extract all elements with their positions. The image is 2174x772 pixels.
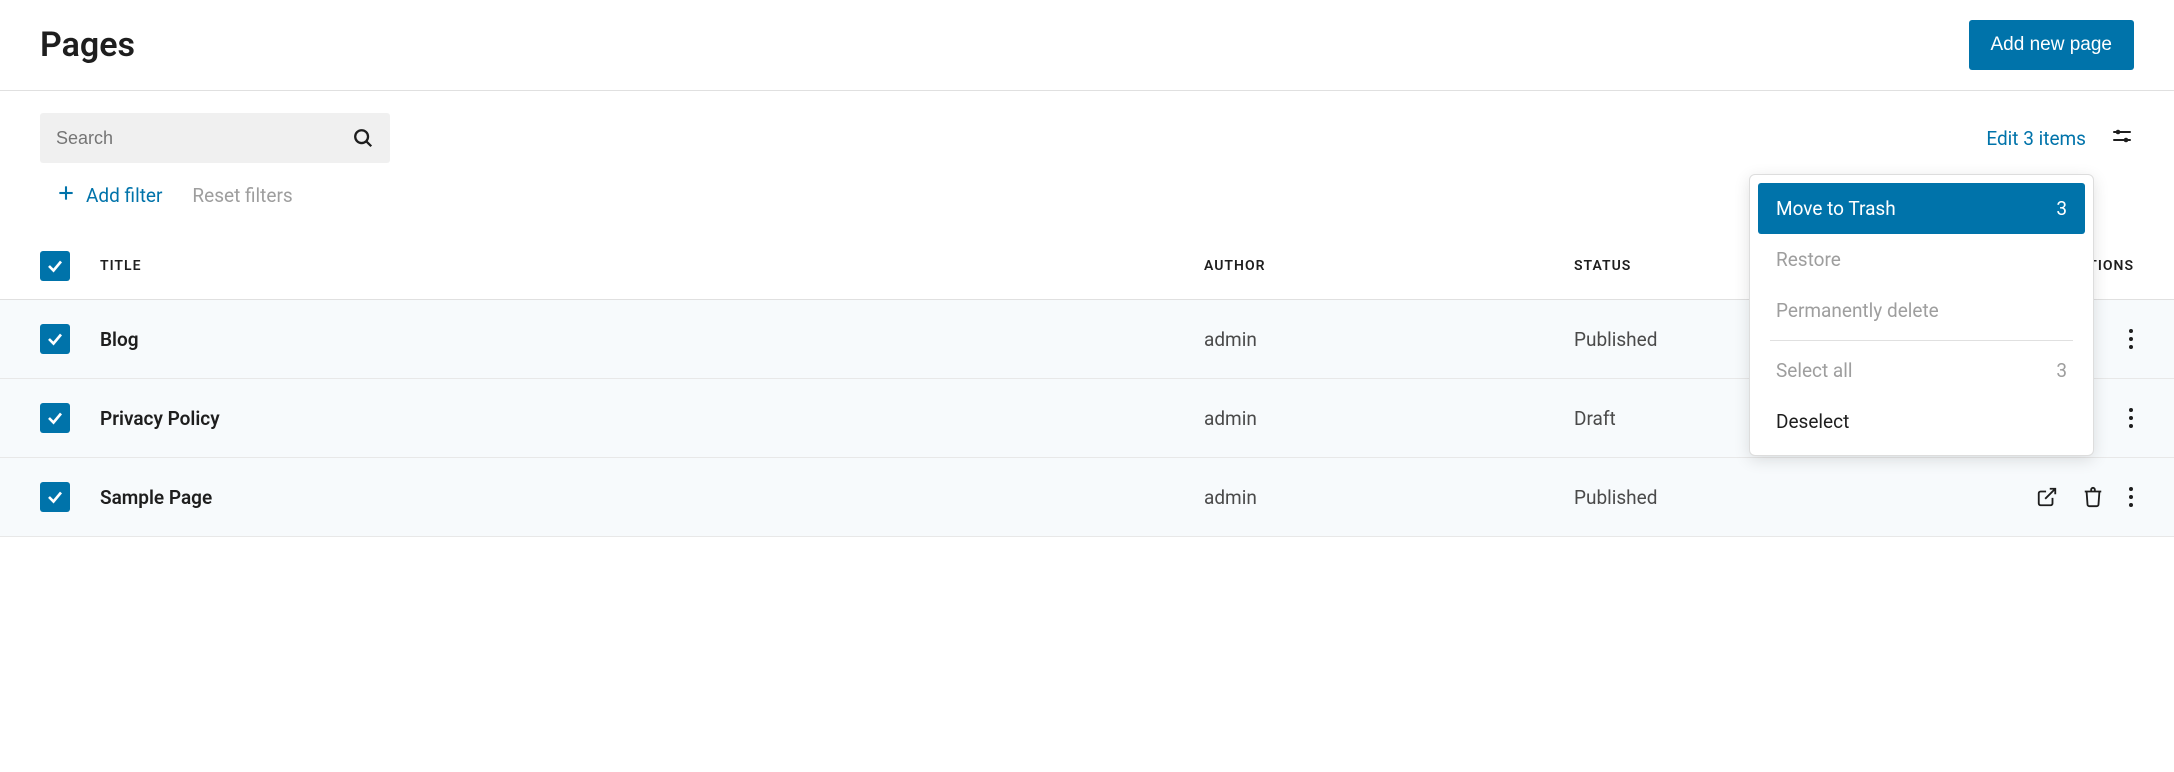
row-title[interactable]: Blog xyxy=(100,328,1204,351)
trash-icon[interactable] xyxy=(2082,486,2104,508)
row-author: admin xyxy=(1204,486,1574,509)
plus-icon xyxy=(56,183,76,208)
row-title[interactable]: Privacy Policy xyxy=(100,407,1204,430)
row-title[interactable]: Sample Page xyxy=(100,486,1204,509)
more-actions-icon[interactable] xyxy=(2128,486,2134,508)
page-title: Pages xyxy=(40,25,135,65)
more-actions-icon[interactable] xyxy=(2128,328,2134,350)
edit-items-link[interactable]: Edit 3 items xyxy=(1986,127,2086,150)
add-new-page-button[interactable]: Add new page xyxy=(1969,20,2135,70)
row-checkbox[interactable] xyxy=(40,403,70,433)
select-all-checkbox[interactable] xyxy=(40,251,70,281)
row-author: admin xyxy=(1204,328,1574,351)
column-header-author[interactable]: AUTHOR xyxy=(1204,258,1574,274)
dropdown-item-count: 3 xyxy=(2056,359,2067,382)
dropdown-deselect[interactable]: Deselect xyxy=(1758,396,2085,447)
row-status: Published xyxy=(1574,486,1974,509)
bulk-actions-dropdown: Move to Trash 3 Restore Permanently dele… xyxy=(1749,174,2094,456)
dropdown-restore[interactable]: Restore xyxy=(1758,234,2085,285)
row-checkbox[interactable] xyxy=(40,324,70,354)
dropdown-item-label: Permanently delete xyxy=(1776,299,1939,322)
dropdown-move-to-trash[interactable]: Move to Trash 3 xyxy=(1758,183,2085,234)
dropdown-item-label: Deselect xyxy=(1776,410,1849,433)
table-row[interactable]: Sample Page admin Published xyxy=(0,458,2174,537)
dropdown-permanently-delete[interactable]: Permanently delete xyxy=(1758,285,2085,336)
search-icon[interactable] xyxy=(352,127,374,149)
dropdown-select-all[interactable]: Select all 3 xyxy=(1758,345,2085,396)
dropdown-item-label: Select all xyxy=(1776,359,1853,382)
row-author: admin xyxy=(1204,407,1574,430)
search-input[interactable] xyxy=(56,128,352,149)
settings-icon[interactable] xyxy=(2110,124,2134,153)
column-header-title[interactable]: TITLE xyxy=(100,258,1204,274)
dropdown-item-label: Restore xyxy=(1776,248,1841,271)
add-filter-label: Add filter xyxy=(86,184,162,207)
open-external-icon[interactable] xyxy=(2036,486,2058,508)
add-filter-button[interactable]: Add filter xyxy=(56,183,162,208)
more-actions-icon[interactable] xyxy=(2128,407,2134,429)
row-checkbox[interactable] xyxy=(40,482,70,512)
dropdown-item-count: 3 xyxy=(2056,197,2067,220)
reset-filters-button[interactable]: Reset filters xyxy=(192,184,292,207)
search-box xyxy=(40,113,390,163)
dropdown-item-label: Move to Trash xyxy=(1776,197,1896,220)
dropdown-divider xyxy=(1770,340,2073,341)
